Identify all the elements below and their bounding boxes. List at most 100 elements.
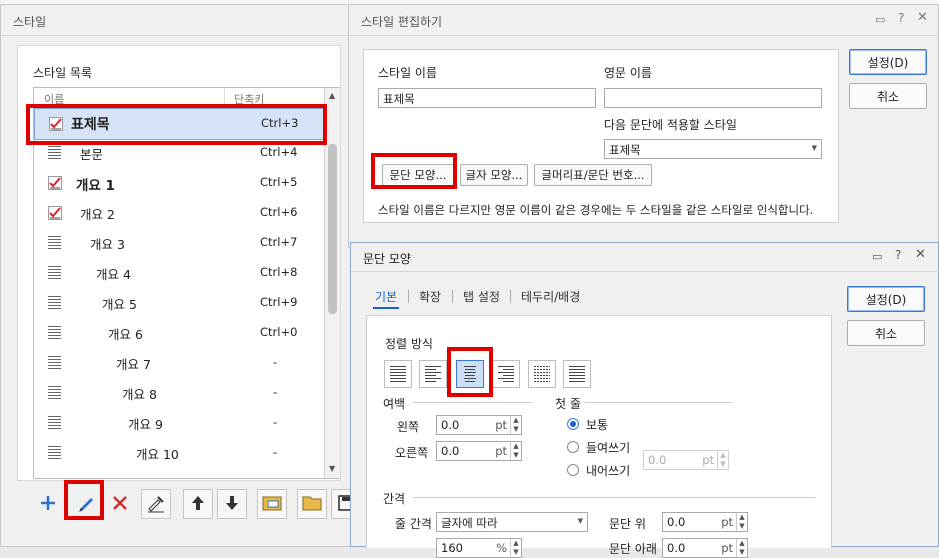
align-left-icon xyxy=(425,366,441,382)
style-shortcut: Ctrl+6 xyxy=(260,205,298,219)
align-distribute-button[interactable] xyxy=(528,360,556,388)
style-list-item[interactable]: 개요 7 - xyxy=(34,348,324,378)
spacing-divider xyxy=(413,497,815,498)
delete-x-icon xyxy=(111,494,129,515)
style-list-item[interactable]: 개요 10 - xyxy=(34,438,324,468)
para-above-input[interactable]: 0.0 pt ▲ ▼ xyxy=(662,512,748,532)
line-percent-value: 160 xyxy=(441,541,463,555)
next-style-select[interactable]: 표제목 ▼ xyxy=(604,139,822,159)
close-icon[interactable]: ✕ xyxy=(917,10,928,25)
line-spacing-label: 줄 간격 xyxy=(395,517,432,531)
scroll-down-icon[interactable]: ▼ xyxy=(329,464,335,473)
style-list-item[interactable]: 개요 2 Ctrl+6 xyxy=(34,198,324,228)
style-name-input[interactable]: 표제목 xyxy=(378,88,596,108)
tab-extended[interactable]: 확장 xyxy=(419,288,441,305)
help-icon[interactable]: ? xyxy=(898,11,904,25)
scroll-thumb[interactable] xyxy=(328,144,337,314)
edit-ok-button[interactable]: 설정(D) xyxy=(849,49,927,75)
line-percent-input[interactable]: 160 % ▲ ▼ xyxy=(436,538,522,558)
style-shortcut: Ctrl+0 xyxy=(260,325,298,339)
list-scrollbar[interactable]: ▲ ▼ xyxy=(324,88,340,478)
style-shortcut: Ctrl+5 xyxy=(260,175,298,189)
english-name-input[interactable] xyxy=(604,88,822,108)
paragraph-style-icon xyxy=(48,296,62,310)
import-folder-button[interactable] xyxy=(257,489,287,519)
radio-normal[interactable] xyxy=(567,418,579,430)
style-shortcut: Ctrl+8 xyxy=(260,265,298,279)
paragraph-style-icon xyxy=(48,146,62,160)
open-folder-icon xyxy=(301,494,323,515)
para-above-stepper[interactable]: ▲ ▼ xyxy=(736,513,747,531)
style-name: 본문 xyxy=(80,147,104,162)
left-margin-stepper[interactable]: ▲ ▼ xyxy=(510,416,521,434)
move-down-arrow-button[interactable] xyxy=(217,489,247,519)
style-list-item[interactable]: 개요 4 Ctrl+8 xyxy=(34,258,324,288)
para-below-stepper[interactable]: ▲ ▼ xyxy=(736,539,747,557)
style-list-item[interactable]: 개요 3 Ctrl+7 xyxy=(34,228,324,258)
scroll-up-icon[interactable]: ▲ xyxy=(329,91,335,100)
close-icon[interactable]: ✕ xyxy=(915,247,926,262)
align-right-icon xyxy=(498,366,514,382)
margin-label: 여백 xyxy=(383,397,406,411)
open-folder-button[interactable] xyxy=(297,489,327,519)
add-icon xyxy=(39,494,57,515)
left-margin-input[interactable]: 0.0 pt ▲ ▼ xyxy=(436,415,522,435)
delete-x-button[interactable] xyxy=(105,489,135,519)
right-margin-stepper[interactable]: ▲ ▼ xyxy=(510,442,521,460)
align-divide-button[interactable] xyxy=(563,360,591,388)
tab-basic[interactable]: 기본 xyxy=(375,288,397,305)
spacing-label: 간격 xyxy=(383,492,406,506)
paragraph-style-icon xyxy=(48,386,62,400)
radio-indent[interactable] xyxy=(567,441,579,453)
line-percent-unit: % xyxy=(496,541,507,555)
paragraph-style-icon xyxy=(48,356,62,370)
style-name: 개요 2 xyxy=(80,207,115,222)
align-justify-button[interactable] xyxy=(384,360,412,388)
indent-unit: pt xyxy=(702,453,714,467)
import-folder-icon xyxy=(261,494,283,515)
bullet-numbering-button[interactable]: 글머리표/문단 번호... xyxy=(534,164,652,186)
style-list-item[interactable]: 개요 8 - xyxy=(34,378,324,408)
character-style-icon xyxy=(48,206,62,220)
paragraph-style-icon xyxy=(48,326,62,340)
line-spacing-select[interactable]: 글자에 따라 ▼ xyxy=(436,512,588,532)
line-percent-stepper[interactable]: ▲ ▼ xyxy=(510,539,521,557)
style-eyedropper-icon xyxy=(146,493,166,516)
para-below-input[interactable]: 0.0 pt ▲ ▼ xyxy=(662,538,748,558)
style-shortcut: Ctrl+9 xyxy=(260,295,298,309)
align-right-button[interactable] xyxy=(492,360,520,388)
style-shortcut: Ctrl+7 xyxy=(260,235,298,249)
paragraph-cancel-button[interactable]: 취소 xyxy=(847,320,925,346)
style-list-item[interactable]: 개요 6 Ctrl+0 xyxy=(34,318,324,348)
tab-tab-settings[interactable]: 탭 설정 xyxy=(463,288,500,305)
style-listbox[interactable]: 이름 단축키 표제목 Ctrl+3 본문 Ctrl+4 개요 1 Ctrl+5 개요 2 Ct… xyxy=(33,87,340,479)
tab-separator xyxy=(510,290,511,303)
help-popup-icon[interactable]: ▭ xyxy=(875,13,885,26)
para-above-unit: pt xyxy=(721,515,733,529)
add-button[interactable] xyxy=(33,489,63,519)
help-popup-icon[interactable]: ▭ xyxy=(872,250,882,263)
edit-cancel-button[interactable]: 취소 xyxy=(849,83,927,109)
style-name: 개요 1 xyxy=(76,178,115,194)
help-icon[interactable]: ? xyxy=(895,248,901,262)
paragraph-ok-button[interactable]: 설정(D) xyxy=(847,286,925,312)
left-margin-unit: pt xyxy=(495,418,507,432)
tab-border-background[interactable]: 테두리/배경 xyxy=(521,288,580,305)
edit-style-panel: 스타일 이름 표제목 영문 이름 다음 문단에 적용할 스타일 표제목 ▼ 문단… xyxy=(363,49,839,223)
english-name-label: 영문 이름 xyxy=(604,66,652,80)
style-eyedropper-button[interactable] xyxy=(141,489,171,519)
right-margin-input[interactable]: 0.0 pt ▲ ▼ xyxy=(436,441,522,461)
align-left-button[interactable] xyxy=(419,360,447,388)
left-margin-value: 0.0 xyxy=(441,418,460,432)
char-shape-button[interactable]: 글자 모양... xyxy=(460,164,528,186)
style-list-item[interactable]: 개요 1 Ctrl+5 xyxy=(34,168,324,198)
style-shortcut: - xyxy=(273,385,278,399)
para-above-label: 문단 위 xyxy=(609,517,646,531)
style-window-title: 스타일 xyxy=(13,15,47,29)
style-list-item[interactable]: 개요 9 - xyxy=(34,408,324,438)
move-up-arrow-button[interactable] xyxy=(183,489,213,519)
style-list-item[interactable]: 개요 5 Ctrl+9 xyxy=(34,288,324,318)
para-below-unit: pt xyxy=(721,541,733,555)
align-divide-icon xyxy=(569,366,585,382)
radio-outdent[interactable] xyxy=(567,464,579,476)
